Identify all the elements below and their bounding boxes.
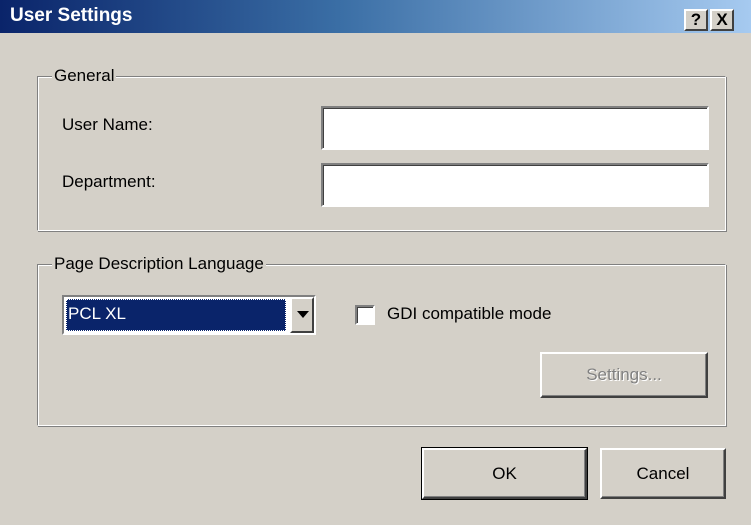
- title-bar[interactable]: User Settings ? X: [0, 0, 751, 33]
- close-icon: X: [716, 10, 728, 29]
- close-button[interactable]: X: [710, 9, 734, 31]
- ok-button[interactable]: OK: [421, 447, 588, 500]
- department-input[interactable]: [321, 163, 709, 207]
- gdi-compatible-label[interactable]: GDI compatible mode: [387, 304, 551, 324]
- window-title: User Settings: [10, 5, 133, 26]
- pdl-group: Page Description Language: [37, 254, 726, 426]
- help-icon: ?: [690, 10, 702, 29]
- chevron-down-icon: [297, 311, 309, 318]
- settings-button[interactable]: Settings...: [540, 352, 708, 398]
- user-settings-dialog: User Settings ? X General User Name: Dep…: [0, 0, 751, 525]
- pdl-select[interactable]: PCL XL: [62, 295, 316, 335]
- pdl-dropdown-button[interactable]: [290, 297, 314, 333]
- pdl-group-label: Page Description Language: [52, 254, 266, 274]
- help-button[interactable]: ?: [684, 9, 708, 31]
- department-label: Department:: [62, 172, 156, 191]
- cancel-button[interactable]: Cancel: [600, 448, 726, 499]
- user-name-input[interactable]: [321, 106, 709, 150]
- pdl-select-value: PCL XL: [66, 299, 286, 331]
- user-name-label: User Name:: [62, 115, 153, 134]
- gdi-compatible-checkbox[interactable]: [355, 305, 375, 325]
- general-group-label: General: [52, 66, 117, 86]
- general-group: General: [37, 66, 726, 231]
